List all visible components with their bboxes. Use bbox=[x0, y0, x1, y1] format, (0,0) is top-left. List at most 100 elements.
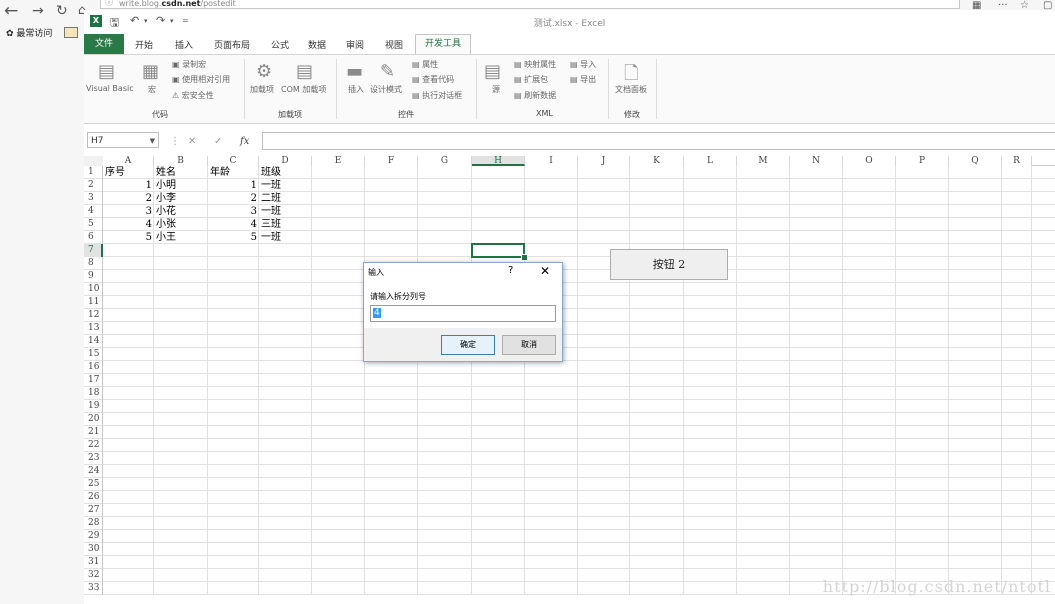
row-header-32[interactable]: 32 bbox=[84, 569, 103, 582]
refresh-data-button[interactable]: ▤ 刷新数据 bbox=[514, 90, 556, 101]
tab-formulas[interactable]: 公式 bbox=[271, 38, 289, 51]
properties-button[interactable]: ▤ 属性 bbox=[412, 59, 438, 70]
cell-a2[interactable]: 1 bbox=[103, 179, 154, 192]
relative-reference-button[interactable]: ▣ 使用相对引用 bbox=[172, 74, 230, 85]
column-header-i[interactable]: I bbox=[525, 156, 578, 166]
com-addins-icon[interactable]: ▤ bbox=[296, 61, 313, 82]
row-header-11[interactable]: 11 bbox=[84, 296, 103, 309]
tab-review[interactable]: 审阅 bbox=[346, 38, 364, 51]
cell-c4[interactable]: 3 bbox=[208, 205, 259, 218]
row-header-9[interactable]: 9 bbox=[84, 270, 103, 283]
import-button[interactable]: ▤ 导入 bbox=[570, 59, 596, 70]
cell-b1[interactable]: 姓名 bbox=[154, 166, 208, 179]
visual-basic-icon[interactable]: ▤ bbox=[98, 61, 115, 82]
export-button[interactable]: ▤ 导出 bbox=[570, 74, 596, 85]
visual-basic-button[interactable]: Visual Basic bbox=[86, 84, 134, 93]
row-header-7[interactable]: 7 bbox=[84, 244, 103, 257]
macros-button[interactable]: 宏 bbox=[148, 84, 156, 95]
column-header-c[interactable]: C bbox=[208, 156, 259, 166]
xml-source-icon[interactable]: ▤ bbox=[484, 61, 501, 82]
com-addins-button[interactable]: COM 加载项 bbox=[281, 84, 326, 95]
cell-c3[interactable]: 2 bbox=[208, 192, 259, 205]
row-header-31[interactable]: 31 bbox=[84, 556, 103, 569]
row-header-12[interactable]: 12 bbox=[84, 309, 103, 322]
tab-developer[interactable]: 开发工具 bbox=[415, 34, 471, 54]
cell-d3[interactable]: 二班 bbox=[259, 192, 312, 205]
view-code-button[interactable]: ▤ 查看代码 bbox=[412, 74, 454, 85]
ok-button[interactable]: 确定 bbox=[441, 335, 495, 355]
active-cell[interactable] bbox=[471, 243, 525, 258]
cell-c2[interactable]: 1 bbox=[208, 179, 259, 192]
column-header-n[interactable]: N bbox=[790, 156, 843, 166]
enter-icon[interactable]: ✓ bbox=[214, 136, 222, 147]
row-header-30[interactable]: 30 bbox=[84, 543, 103, 556]
row-header-28[interactable]: 28 bbox=[84, 517, 103, 530]
addins-button[interactable]: 加载项 bbox=[250, 84, 274, 95]
row-header-15[interactable]: 15 bbox=[84, 348, 103, 361]
cancel-icon[interactable]: ✕ bbox=[188, 136, 196, 147]
cell-c6[interactable]: 5 bbox=[208, 231, 259, 244]
macro-icon[interactable]: ▦ bbox=[142, 61, 159, 82]
record-macro-button[interactable]: ▣ 录制宏 bbox=[172, 59, 206, 70]
tab-data[interactable]: 数据 bbox=[308, 38, 326, 51]
tab-file[interactable]: 文件 bbox=[84, 34, 124, 54]
row-header-25[interactable]: 25 bbox=[84, 478, 103, 491]
row-header-14[interactable]: 14 bbox=[84, 335, 103, 348]
back-icon[interactable]: ← bbox=[4, 1, 18, 21]
cell-b3[interactable]: 小李 bbox=[154, 192, 208, 205]
row-header-16[interactable]: 16 bbox=[84, 361, 103, 374]
row-header-22[interactable]: 22 bbox=[84, 439, 103, 452]
tab-page-layout[interactable]: 页面布局 bbox=[214, 38, 250, 51]
tab-home[interactable]: 开始 bbox=[135, 38, 153, 51]
column-header-d[interactable]: D bbox=[259, 156, 312, 166]
row-header-20[interactable]: 20 bbox=[84, 413, 103, 426]
formula-input[interactable] bbox=[262, 132, 1055, 150]
addins-icon[interactable]: ⚙ bbox=[256, 61, 272, 82]
row-header-8[interactable]: 8 bbox=[84, 257, 103, 270]
row-header-1[interactable]: 1 bbox=[84, 166, 103, 179]
cell-d5[interactable]: 三班 bbox=[259, 218, 312, 231]
cell-d4[interactable]: 一班 bbox=[259, 205, 312, 218]
column-header-p[interactable]: P bbox=[896, 156, 949, 166]
row-header-17[interactable]: 17 bbox=[84, 374, 103, 387]
close-icon[interactable]: ✕ bbox=[540, 264, 550, 278]
refresh-icon[interactable]: ↻ bbox=[56, 1, 68, 21]
column-header-a[interactable]: A bbox=[103, 156, 154, 166]
address-bar[interactable]: ⓘ write.blog.csdn.net/postedit bbox=[100, 0, 960, 9]
cell-b4[interactable]: 小花 bbox=[154, 205, 208, 218]
tab-insert[interactable]: 插入 bbox=[175, 38, 193, 51]
column-header-m[interactable]: M bbox=[737, 156, 790, 166]
column-header-h[interactable]: H bbox=[472, 156, 525, 166]
column-header-r[interactable]: R bbox=[1002, 156, 1032, 166]
tab-view[interactable]: 视图 bbox=[385, 38, 403, 51]
worksheet-grid[interactable]: ABCDEFGHIJKLMNOPQR 1 2 3 4 5 6 7 8 9 10 11 12 13 14 15… bbox=[84, 156, 1055, 604]
cell-b6[interactable]: 小王 bbox=[154, 231, 208, 244]
row-header-19[interactable]: 19 bbox=[84, 400, 103, 413]
select-all-corner[interactable] bbox=[84, 156, 103, 166]
row-header-6[interactable]: 6 bbox=[84, 231, 103, 244]
column-header-b[interactable]: B bbox=[154, 156, 208, 166]
cancel-button[interactable]: 取消 bbox=[502, 335, 556, 355]
row-header-2[interactable]: 2 bbox=[84, 179, 103, 192]
cell-a6[interactable]: 5 bbox=[103, 231, 154, 244]
cell-b5[interactable]: 小张 bbox=[154, 218, 208, 231]
expansion-packs-button[interactable]: ▤ 扩展包 bbox=[514, 74, 548, 85]
row-header-13[interactable]: 13 bbox=[84, 322, 103, 335]
help-icon[interactable]: ? bbox=[508, 265, 513, 276]
macro-security-button[interactable]: ⚠ 宏安全性 bbox=[172, 90, 214, 101]
column-header-j[interactable]: J bbox=[578, 156, 630, 166]
fill-handle[interactable] bbox=[521, 254, 528, 261]
cell-d2[interactable]: 一班 bbox=[259, 179, 312, 192]
cell-c1[interactable]: 年龄 bbox=[208, 166, 259, 179]
column-header-l[interactable]: L bbox=[684, 156, 737, 166]
column-number-input[interactable]: 4 bbox=[370, 305, 556, 322]
bookmark-most-visited[interactable]: ✿ 最常访问 bbox=[6, 26, 52, 39]
cell-d6[interactable]: 一班 bbox=[259, 231, 312, 244]
design-mode-icon[interactable]: ✎ bbox=[380, 61, 395, 82]
row-header-4[interactable]: 4 bbox=[84, 205, 103, 218]
cell-c5[interactable]: 4 bbox=[208, 218, 259, 231]
row-header-5[interactable]: 5 bbox=[84, 218, 103, 231]
cell-d1[interactable]: 班级 bbox=[259, 166, 312, 179]
row-header-26[interactable]: 26 bbox=[84, 491, 103, 504]
xml-source-button[interactable]: 源 bbox=[492, 84, 500, 95]
